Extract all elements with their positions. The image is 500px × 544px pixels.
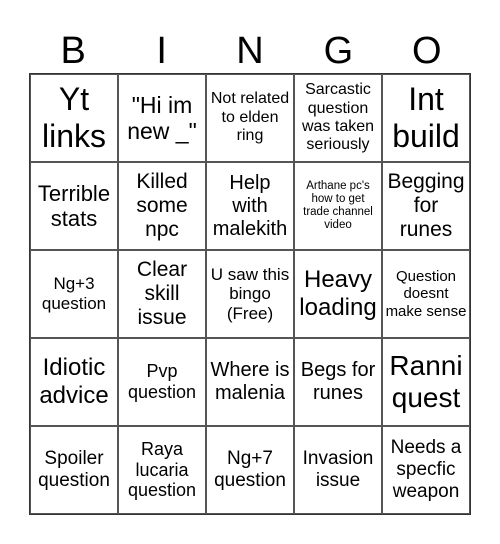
header-letter-g: G [323,30,354,72]
header-letter-i: I [156,30,167,72]
bingo-cell[interactable]: Clear skill issue [118,250,206,338]
bingo-cell[interactable]: Heavy loading [294,250,382,338]
bingo-grid: Yt links "Hi im new _" Not related to el… [29,73,471,515]
bingo-cell[interactable]: Idiotic advice [30,338,118,426]
bingo-cell[interactable]: Ng+3 question [30,250,118,338]
bingo-cell[interactable]: Help with malekith [206,162,294,250]
bingo-cell[interactable]: Ranni quest [382,338,470,426]
bingo-cell[interactable]: Needs a specfic weapon [382,426,470,514]
bingo-cell[interactable]: Killed some npc [118,162,206,250]
bingo-cell-free[interactable]: U saw this bingo (Free) [206,250,294,338]
bingo-cell[interactable]: Not related to elden ring [206,74,294,162]
bingo-cell[interactable]: Invasion issue [294,426,382,514]
bingo-cell[interactable]: Where is malenia [206,338,294,426]
header-letter-n: N [236,30,264,72]
bingo-header: B I N G O [29,30,471,72]
bingo-cell[interactable]: Int build [382,74,470,162]
header-letter-o: O [412,30,442,72]
bingo-cell[interactable]: Begs for runes [294,338,382,426]
bingo-cell[interactable]: "Hi im new _" [118,74,206,162]
bingo-cell[interactable]: Sarcastic question was taken seriously [294,74,382,162]
bingo-cell[interactable]: Spoiler question [30,426,118,514]
bingo-cell[interactable]: Begging for runes [382,162,470,250]
bingo-cell[interactable]: Yt links [30,74,118,162]
bingo-cell[interactable]: Terrible stats [30,162,118,250]
bingo-cell[interactable]: Ng+7 question [206,426,294,514]
header-letter-b: B [60,30,86,72]
bingo-cell[interactable]: Question doesnt make sense [382,250,470,338]
bingo-cell[interactable]: Pvp question [118,338,206,426]
bingo-cell[interactable]: Raya lucaria question [118,426,206,514]
bingo-cell[interactable]: Arthane pc's how to get trade channel vi… [294,162,382,250]
